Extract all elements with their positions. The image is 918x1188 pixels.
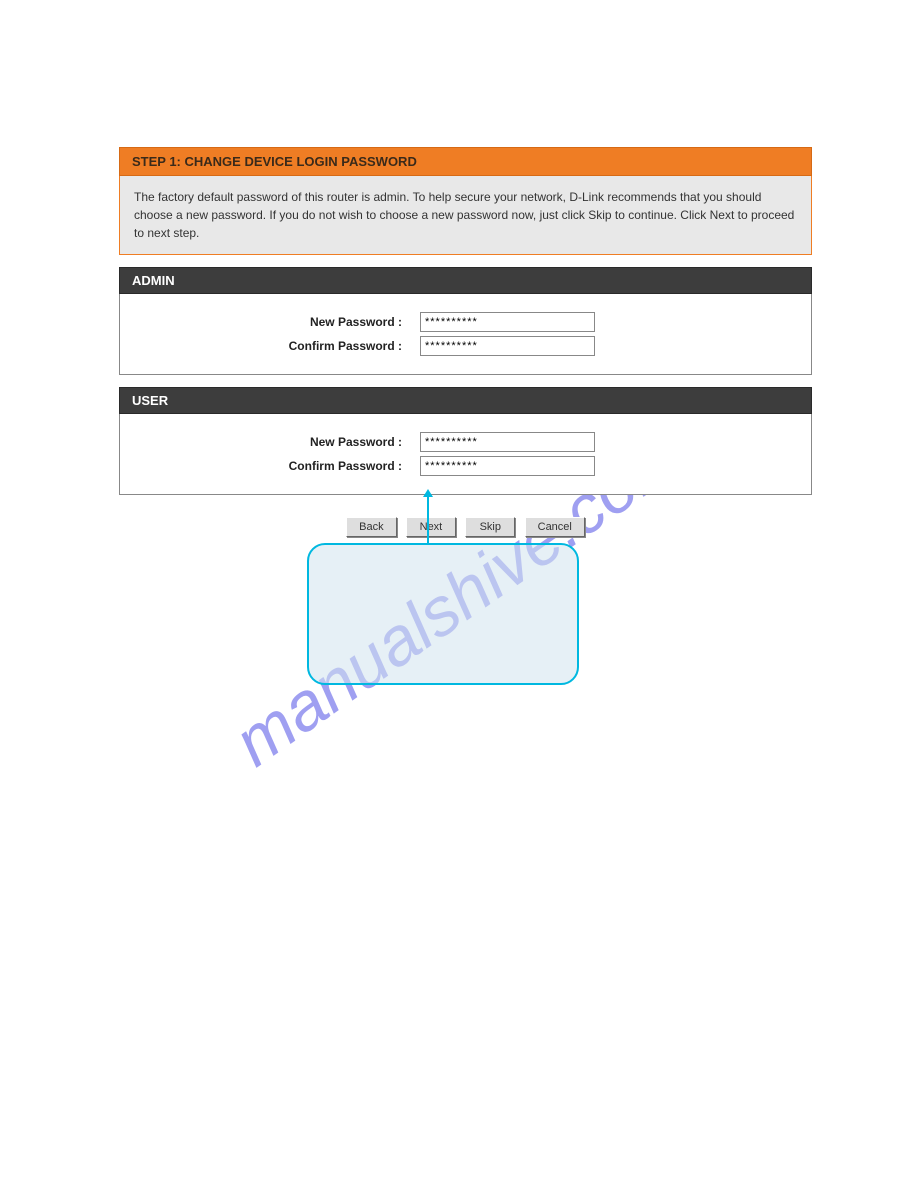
callout-box	[307, 543, 579, 685]
user-new-password-input[interactable]	[420, 432, 595, 452]
admin-confirm-password-row: Confirm Password :	[120, 336, 811, 356]
admin-new-password-label: New Password :	[120, 315, 420, 329]
user-confirm-password-row: Confirm Password :	[120, 456, 811, 476]
button-row: Back Next Skip Cancel	[119, 517, 812, 537]
user-confirm-password-label: Confirm Password :	[120, 459, 420, 473]
back-button[interactable]: Back	[346, 517, 396, 537]
step-description: The factory default password of this rou…	[119, 176, 812, 255]
admin-confirm-password-input[interactable]	[420, 336, 595, 356]
admin-new-password-row: New Password :	[120, 312, 811, 332]
admin-section-body: New Password : Confirm Password :	[119, 294, 812, 375]
cancel-button[interactable]: Cancel	[525, 517, 585, 537]
step-header: STEP 1: CHANGE DEVICE LOGIN PASSWORD	[119, 147, 812, 176]
user-new-password-row: New Password :	[120, 432, 811, 452]
admin-confirm-password-label: Confirm Password :	[120, 339, 420, 353]
callout-arrow-icon	[427, 495, 429, 545]
user-new-password-label: New Password :	[120, 435, 420, 449]
user-confirm-password-input[interactable]	[420, 456, 595, 476]
user-section-body: New Password : Confirm Password :	[119, 414, 812, 495]
wizard-panel: STEP 1: CHANGE DEVICE LOGIN PASSWORD The…	[119, 147, 812, 537]
user-section-header: USER	[119, 387, 812, 414]
admin-section-header: ADMIN	[119, 267, 812, 294]
skip-button[interactable]: Skip	[465, 517, 515, 537]
admin-new-password-input[interactable]	[420, 312, 595, 332]
next-button[interactable]: Next	[406, 517, 456, 537]
